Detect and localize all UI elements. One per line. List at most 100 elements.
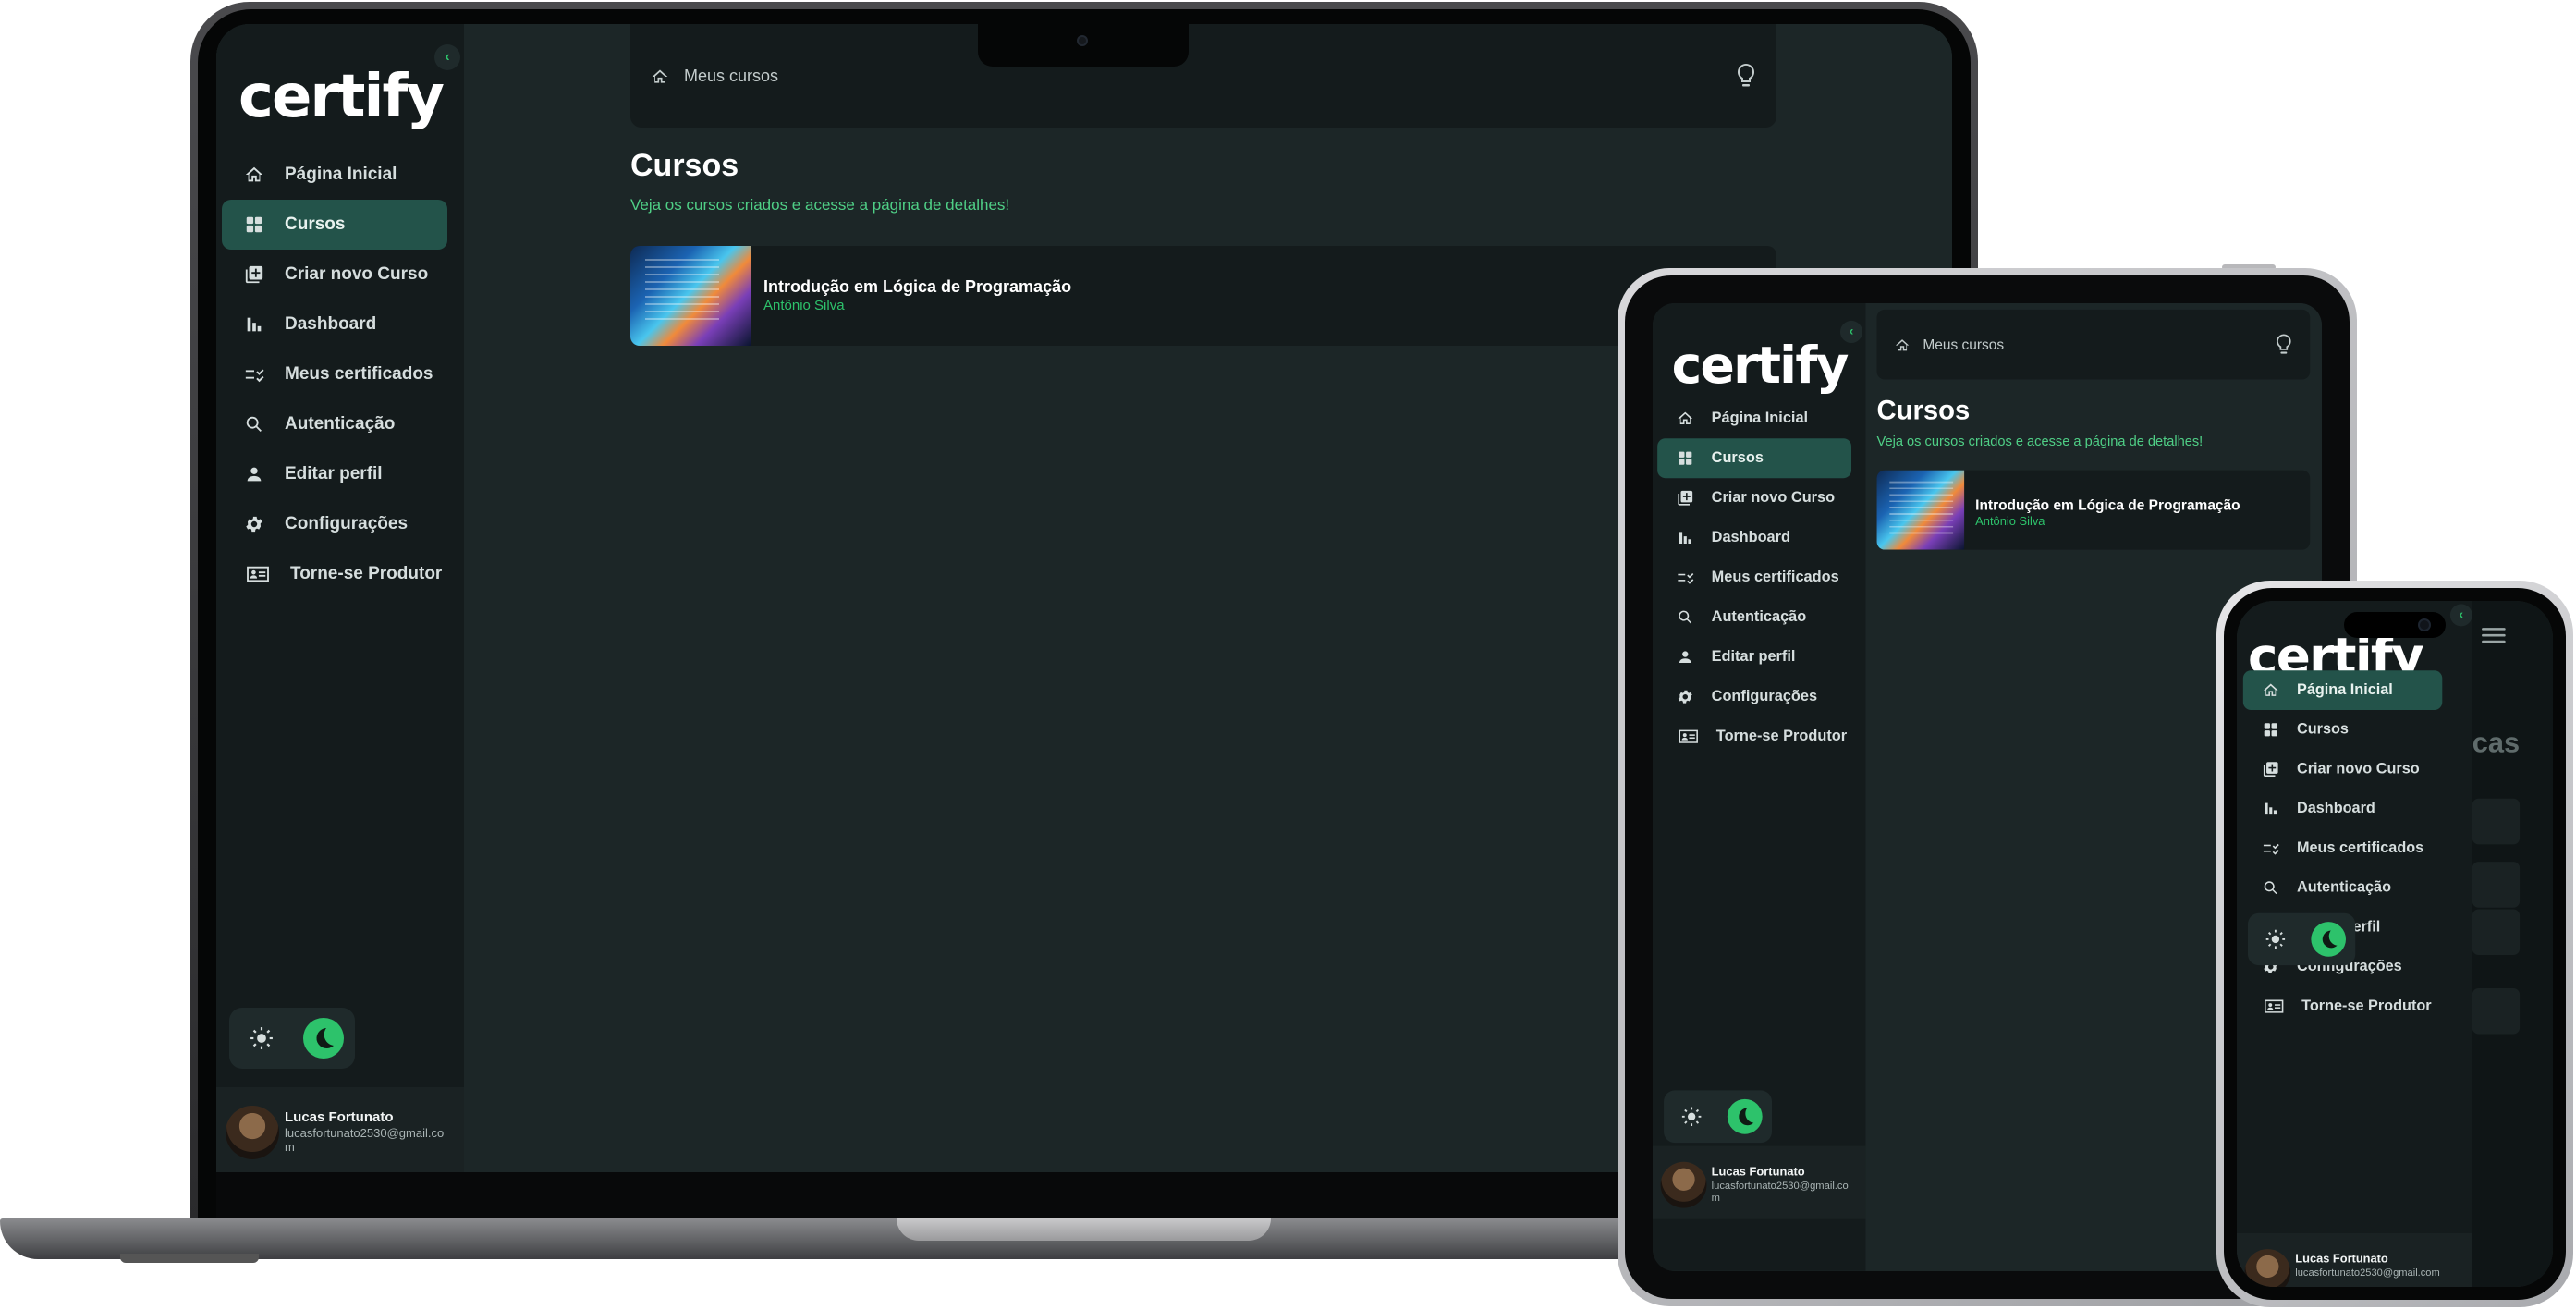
sidebar-item-editar-perfil[interactable]: Editar perfil: [1657, 637, 1851, 677]
sun-icon[interactable]: [2265, 929, 2286, 949]
theme-toggle[interactable]: [229, 1008, 355, 1069]
id-card-icon: [1677, 728, 1701, 745]
user-icon: [1677, 648, 1694, 666]
sidebar-item-label: Torne-se Produtor: [290, 564, 443, 583]
page-subtitle: Veja os cursos criados e acesse a página…: [630, 196, 1010, 214]
sidebar-nav: Página Inicial Cursos Criar novo Curso D…: [222, 150, 447, 599]
collapse-sidebar-button[interactable]: ‹: [1839, 320, 1863, 343]
sidebar-item-label: Editar perfil: [285, 464, 383, 484]
moon-icon[interactable]: [1727, 1098, 1763, 1134]
sidebar-item-label: Página Inicial: [1711, 410, 1809, 427]
moon-icon[interactable]: [2311, 922, 2346, 957]
sidebar-item-meus-certificados[interactable]: Meus certificados: [2243, 828, 2442, 868]
course-card-peek[interactable]: [2472, 862, 2521, 908]
home-icon: [2262, 681, 2279, 699]
sidebar-item-torne-se-produtor[interactable]: Torne-se Produtor: [1657, 716, 1851, 756]
sidebar-item-label: Criar novo Curso: [2296, 760, 2420, 777]
sidebar-item-label: Editar perfil: [1711, 648, 1796, 666]
breadcrumb[interactable]: Meus cursos: [1894, 337, 2004, 353]
app-logo[interactable]: certify: [238, 63, 445, 131]
moon-icon[interactable]: [303, 1018, 344, 1059]
main-content: Meus cursos Cursos Veja os cursos criado…: [2472, 601, 2553, 1287]
breadcrumb-label: Meus cursos: [684, 67, 779, 85]
app-window-phone: certify ‹ Página Inicial Cursos Criar no…: [2237, 601, 2553, 1287]
sidebar-item-criar-novo-curso[interactable]: Criar novo Curso: [2243, 750, 2442, 790]
sidebar-item-label: Autenticação: [1711, 608, 1807, 626]
user-profile[interactable]: Lucas Fortunato lucasfortunato2530@gmail…: [2237, 1233, 2472, 1287]
sidebar-item-torne-se-produtor[interactable]: Torne-se Produtor: [222, 549, 447, 599]
sidebar: certify ‹ Página Inicial Cursos Criar no…: [1653, 303, 1866, 1271]
sidebar-item-autenticacao[interactable]: Autenticação: [222, 399, 447, 449]
search-icon: [1677, 608, 1694, 626]
sidebar-item-dashboard[interactable]: Dashboard: [1657, 518, 1851, 557]
page-title: Cursos: [630, 148, 739, 183]
gear-icon: [244, 514, 264, 534]
sidebar-item-meus-certificados[interactable]: Meus certificados: [1657, 557, 1851, 597]
sidebar-item-label: Dashboard: [2296, 800, 2375, 817]
sidebar-item-pagina-inicial[interactable]: Página Inicial: [222, 150, 447, 200]
grid-icon: [244, 214, 264, 235]
sun-icon[interactable]: [1681, 1107, 1702, 1127]
collapse-sidebar-button[interactable]: ‹: [2449, 604, 2472, 627]
checklist-icon: [1677, 569, 1694, 586]
course-card[interactable]: Introdução em Lógica de Programação Antô…: [630, 246, 1776, 346]
sidebar-item-label: Autenticação: [2296, 878, 2391, 896]
hamburger-menu-icon[interactable]: [2482, 628, 2506, 645]
sidebar-item-configuracoes[interactable]: Configurações: [1657, 677, 1851, 716]
sidebar-item-cursos[interactable]: Cursos: [222, 200, 447, 250]
user-profile[interactable]: Lucas Fortunato lucasfortunato2530@gmail…: [1653, 1145, 1866, 1219]
avatar[interactable]: [1660, 1161, 1707, 1208]
lightbulb-icon[interactable]: [1736, 63, 1756, 89]
home-icon: [1677, 410, 1694, 427]
course-title[interactable]: Introdução em Lógica de Programação: [763, 277, 1071, 297]
sidebar-item-pagina-inicial[interactable]: Página Inicial: [1657, 398, 1851, 438]
laptop-foot: [120, 1254, 259, 1263]
course-card-peek[interactable]: [2472, 798, 2521, 845]
course-card-peek[interactable]: [2472, 909, 2521, 956]
sidebar-item-configuracoes[interactable]: Configurações: [222, 499, 447, 549]
sidebar-item-criar-novo-curso[interactable]: Criar novo Curso: [1657, 478, 1851, 518]
user-email: lucasfortunato2530@gmail.com: [2295, 1266, 2440, 1279]
avatar[interactable]: [226, 1106, 279, 1159]
sidebar-item-label: Dashboard: [285, 314, 377, 334]
sidebar-item-cursos[interactable]: Cursos: [1657, 438, 1851, 479]
id-card-icon: [2262, 998, 2286, 1015]
sidebar-item-pagina-inicial[interactable]: Página Inicial: [2242, 670, 2443, 710]
course-card-peek[interactable]: [2472, 987, 2521, 1035]
sidebar-item-autenticacao[interactable]: Autenticação: [1657, 597, 1851, 637]
sidebar-item-dashboard[interactable]: Dashboard: [2243, 789, 2442, 828]
sidebar-item-meus-certificados[interactable]: Meus certificados: [222, 349, 447, 399]
sidebar-item-label: Meus certificados: [2296, 839, 2424, 857]
theme-toggle[interactable]: [1664, 1090, 1772, 1144]
avatar[interactable]: [2244, 1249, 2291, 1287]
user-profile[interactable]: Lucas Fortunato lucasfortunato2530@gmail…: [216, 1087, 464, 1172]
course-author: Antônio Silva: [1975, 514, 2045, 529]
course-card[interactable]: Introdução em Lógica de Programação Antô…: [1876, 470, 2311, 550]
user-name: Lucas Fortunato: [2295, 1252, 2388, 1267]
breadcrumb[interactable]: Meus cursos: [651, 67, 778, 86]
collapse-sidebar-button[interactable]: ‹: [434, 44, 460, 70]
sidebar-nav: Página Inicial Cursos Criar novo Curso D…: [2242, 670, 2443, 1026]
sidebar-item-autenticacao[interactable]: Autenticação: [2243, 868, 2442, 908]
add-course-icon: [244, 264, 264, 285]
course-thumbnail[interactable]: [630, 246, 751, 346]
lightbulb-icon[interactable]: [2275, 334, 2292, 356]
sidebar-item-dashboard[interactable]: Dashboard: [222, 300, 447, 349]
app-logo[interactable]: certify: [1672, 337, 1850, 396]
theme-toggle[interactable]: [2247, 912, 2356, 966]
sidebar-item-label: Torne-se Produtor: [2301, 998, 2432, 1015]
sidebar-item-label: Configurações: [285, 514, 409, 533]
home-icon: [652, 69, 668, 83]
user-email: lucasfortunato2530@gmail.com: [1711, 1179, 1849, 1204]
sidebar-item-cursos[interactable]: Cursos: [2243, 710, 2442, 750]
course-thumbnail[interactable]: [1876, 470, 1965, 550]
search-icon: [244, 414, 264, 435]
course-title[interactable]: Introdução em Lógica de Programação: [1975, 497, 2240, 514]
add-course-icon: [2262, 761, 2279, 778]
sun-icon[interactable]: [250, 1026, 274, 1050]
camera-icon: [2418, 618, 2431, 631]
sidebar-item-criar-novo-curso[interactable]: Criar novo Curso: [222, 250, 447, 300]
sidebar-item-torne-se-produtor[interactable]: Torne-se Produtor: [2243, 986, 2442, 1026]
sidebar-nav: Página Inicial Cursos Criar novo Curso D…: [1657, 398, 1851, 756]
sidebar-item-editar-perfil[interactable]: Editar perfil: [222, 449, 447, 499]
